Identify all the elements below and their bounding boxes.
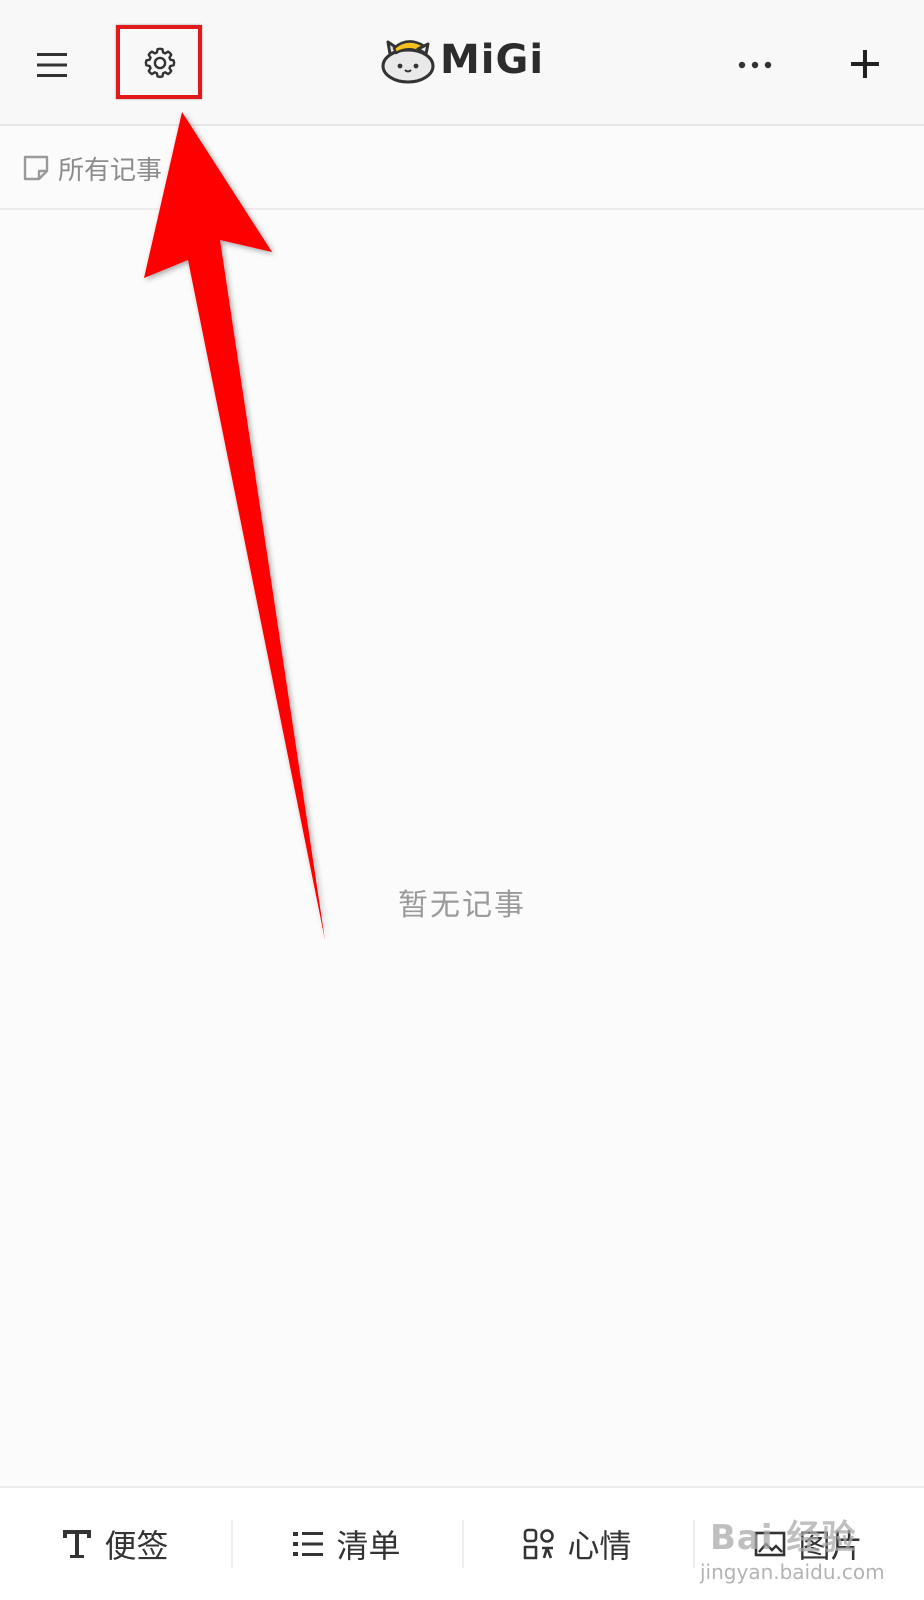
app-logo: MiGi bbox=[380, 36, 544, 84]
empty-state-text: 暂无记事 bbox=[398, 888, 526, 923]
tab-label: 清单 bbox=[336, 1527, 401, 1565]
tab-label: 便签 bbox=[104, 1527, 169, 1565]
ellipsis-icon bbox=[738, 61, 772, 69]
add-note-button[interactable] bbox=[830, 34, 900, 94]
hamburger-menu-icon bbox=[37, 53, 67, 77]
tab-checklist[interactable]: 清单 bbox=[231, 1488, 462, 1600]
tab-label: 图片 bbox=[798, 1527, 863, 1565]
bottom-tab-bar: 便签 清单 心情 图片 bbox=[0, 1486, 924, 1600]
red-annotation-arrow bbox=[144, 112, 325, 940]
image-icon bbox=[754, 1530, 786, 1558]
tab-mood[interactable]: 心情 bbox=[462, 1488, 693, 1600]
tab-label: 心情 bbox=[567, 1527, 632, 1565]
menu-button[interactable] bbox=[22, 38, 82, 92]
more-options-button[interactable] bbox=[720, 38, 790, 92]
app-logo-text: MiGi bbox=[440, 37, 545, 83]
filter-label: 所有记事 bbox=[58, 155, 163, 186]
tab-image[interactable]: 图片 bbox=[693, 1488, 924, 1600]
cat-mascot-icon bbox=[381, 40, 435, 84]
plus-icon bbox=[851, 50, 879, 78]
filter-bar[interactable]: 所有记事 bbox=[0, 128, 924, 210]
list-icon bbox=[292, 1530, 324, 1558]
text-T-icon bbox=[62, 1528, 92, 1560]
arrow-shape bbox=[144, 112, 325, 940]
note-icon bbox=[23, 155, 49, 181]
tab-sticky-note[interactable]: 便签 bbox=[0, 1488, 231, 1600]
settings-highlight-box bbox=[116, 25, 202, 99]
mood-grid-icon bbox=[523, 1528, 555, 1560]
